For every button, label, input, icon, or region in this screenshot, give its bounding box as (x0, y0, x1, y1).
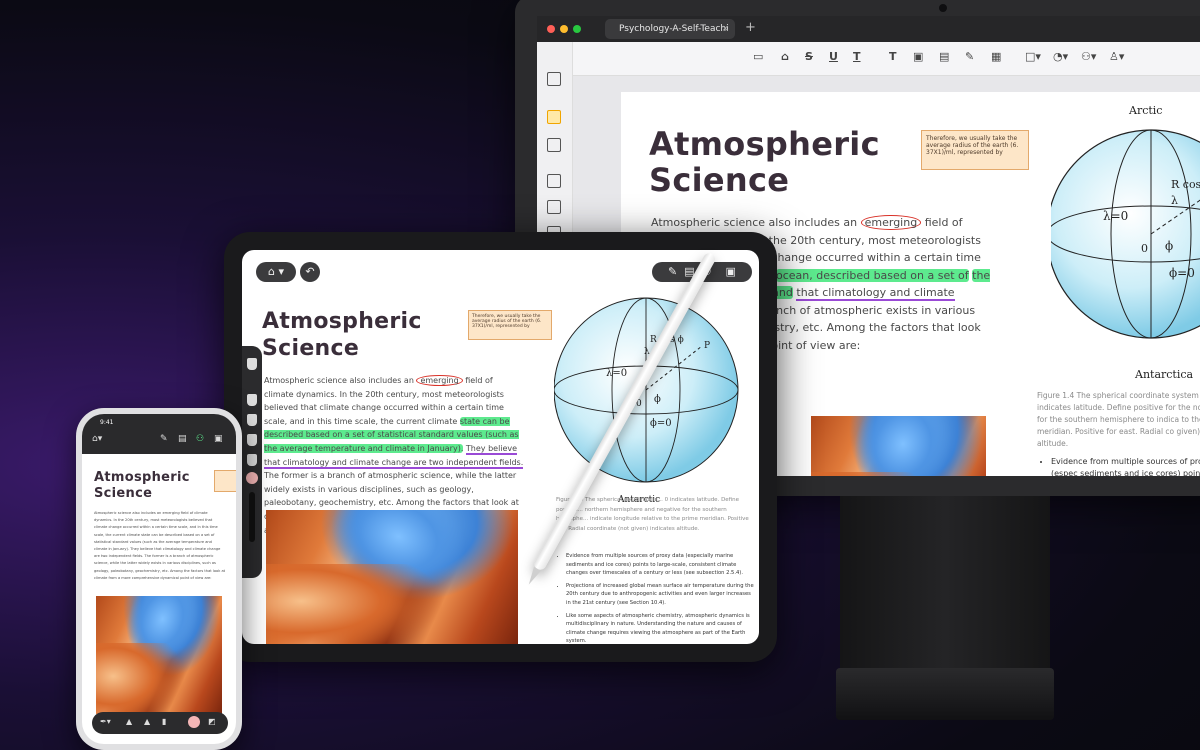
sticky-note[interactable] (214, 470, 236, 492)
undo-button[interactable]: ↶ (300, 262, 320, 282)
edit-icon[interactable] (547, 138, 561, 152)
highlighter-tool-icon[interactable]: ▲ (144, 717, 150, 726)
sticker-icon[interactable]: ◔▾ (1053, 50, 1068, 63)
pencil-tool-icon[interactable] (247, 434, 257, 446)
shape-icon[interactable]: □▾ (1025, 50, 1041, 63)
monitor-stand (840, 496, 1050, 671)
list-item: Like some aspects of atmospheric chemist… (566, 612, 754, 644)
eraser-tool-icon[interactable] (247, 454, 257, 466)
list-item: Evidence from multiple sources of proxy … (566, 552, 754, 578)
circled-word: emerging (860, 215, 922, 230)
antarctica-label: Antarctica (1134, 368, 1194, 381)
status-time: 9:41 (100, 419, 114, 426)
svg-text:ϕ: ϕ (654, 394, 661, 405)
annotation-toolbar: ▭ ⌂ S U T T ▣ ▤ ✎ ▦ □▾ ◔▾ ⚇▾ ♙▾ (573, 42, 1200, 76)
arctic-label: Arctic (1128, 104, 1162, 117)
tab-title: Psychology-A-Self-Teachi (619, 24, 729, 34)
drawing-tools-panel (242, 346, 262, 578)
zoom-window-button[interactable] (573, 25, 581, 33)
bullet-list: Evidence from multiple sources of proxy … (558, 552, 754, 644)
home-icon: ⌂ (267, 265, 275, 278)
thumbnail-icon[interactable] (547, 72, 561, 86)
canyon-photo (266, 510, 518, 644)
sticky-note[interactable]: Therefore, we usually take the average r… (468, 310, 552, 340)
stamp-icon[interactable]: ⚇▾ (1081, 50, 1096, 63)
strikethrough-button[interactable]: S (805, 50, 813, 63)
marker-tool-icon[interactable]: ▲ (126, 717, 132, 726)
minimize-window-button[interactable] (560, 25, 568, 33)
pencil-icon[interactable]: ✎ (160, 434, 168, 444)
phone-drawing-tools: ✒▾ ▲ ▲ ▮ ◩ (92, 712, 228, 734)
pages-icon[interactable]: ▣ (214, 434, 223, 444)
svg-text:ϕ=0: ϕ=0 (650, 418, 672, 429)
page-title: Atmospheric Science (649, 125, 880, 199)
lasso-icon[interactable]: ◩ (208, 717, 216, 726)
textbox-icon[interactable]: ▣ (913, 50, 923, 63)
pencil-icon[interactable]: ✎ (965, 50, 974, 63)
bullet-list: Evidence from multiple sources of proxy … (1041, 456, 1200, 476)
callout-icon[interactable]: ▤ (939, 50, 949, 63)
page-title: Atmospheric Science (94, 470, 190, 501)
list-item: Evidence from multiple sources of proxy … (1051, 456, 1200, 476)
figure-caption: Figure 1.4 The spherical coordinate s...… (556, 497, 749, 532)
squiggly-button[interactable]: T (853, 50, 861, 63)
svg-text:ϕ: ϕ (1165, 239, 1173, 253)
text-tool-icon[interactable]: T (889, 50, 897, 63)
document-tab[interactable]: Psychology-A-Self-Teachi × (605, 19, 735, 39)
convert-icon[interactable]: ▤ (178, 434, 187, 444)
close-tab-icon[interactable]: × (721, 19, 729, 39)
svg-text:P: P (704, 341, 710, 351)
eraser-icon[interactable]: ▦ (991, 50, 1001, 63)
monitor-base (836, 668, 1054, 720)
home-icon[interactable]: ⌂▾ (92, 434, 102, 444)
highlighter-icon[interactable]: ⌂ (781, 50, 789, 63)
size-slider[interactable] (249, 492, 255, 542)
svg-text:0: 0 (1141, 242, 1148, 255)
window-titlebar: Psychology-A-Self-Teachi × + (537, 16, 1200, 42)
phone-toolbar: 9:41 ⌂▾ ✎ ▤ ⚇ ▣ (82, 414, 236, 454)
comment-mode-icon[interactable] (547, 110, 561, 124)
stamp-icon[interactable]: ⚇ (196, 434, 204, 444)
chevron-down-icon: ▾ (278, 265, 284, 278)
sticky-note[interactable]: Therefore, we usually take the average r… (921, 130, 1029, 170)
pages-icon[interactable]: ▣ (726, 265, 736, 278)
list-item: Projections of increased global mean sur… (566, 582, 754, 608)
figure-caption: Figure 1.4 The spherical coordinate syst… (1037, 391, 1200, 448)
signature-icon[interactable]: ♙▾ (1109, 50, 1124, 63)
pencil-icon[interactable]: ✎ (668, 265, 677, 278)
svg-text:λ=0: λ=0 (1103, 209, 1128, 223)
svg-text:λ=0: λ=0 (606, 368, 627, 379)
close-window-button[interactable] (547, 25, 555, 33)
camera-icon (939, 4, 947, 12)
marker-tool-icon[interactable] (247, 394, 257, 406)
body-paragraph: Atmospheric science also includes an eme… (94, 511, 226, 580)
organize-icon[interactable] (547, 174, 561, 188)
canyon-photo (96, 596, 222, 714)
pen-tool-icon[interactable]: ✒▾ (100, 717, 111, 726)
convert-icon[interactable] (547, 200, 561, 214)
canyon-photo (811, 416, 986, 476)
new-tab-button[interactable]: + (745, 20, 756, 35)
circled-word: emerging (416, 375, 463, 386)
highlighter-tool-icon[interactable] (247, 414, 257, 426)
phone-screen: 9:41 ⌂▾ ✎ ▤ ⚇ ▣ Atmospheric Science Atmo… (82, 414, 236, 744)
svg-text:λ: λ (1171, 194, 1178, 207)
color-picker[interactable] (246, 472, 258, 484)
underline-button[interactable]: U (829, 50, 838, 63)
eraser-tool-icon[interactable]: ▮ (162, 717, 166, 726)
page-title: Atmospheric Science (262, 309, 422, 361)
svg-text:ϕ=0: ϕ=0 (1169, 266, 1195, 280)
phone-device: 9:41 ⌂▾ ✎ ▤ ⚇ ▣ Atmospheric Science Atmo… (76, 408, 242, 750)
pen-tool-icon[interactable] (247, 358, 257, 370)
color-picker[interactable] (188, 716, 200, 728)
svg-text:R cos ϕ: R cos ϕ (1171, 178, 1200, 191)
home-button[interactable]: ⌂ ▾ (256, 262, 296, 282)
comment-icon[interactable]: ▭ (753, 50, 763, 63)
undo-icon: ↶ (305, 265, 315, 278)
highlight: ocean, described based on a set of (775, 268, 969, 282)
sphere-diagram: Arctic λ=0 0 ϕ ϕ=0 R cos ϕ λ Antarctica (1046, 92, 1200, 382)
